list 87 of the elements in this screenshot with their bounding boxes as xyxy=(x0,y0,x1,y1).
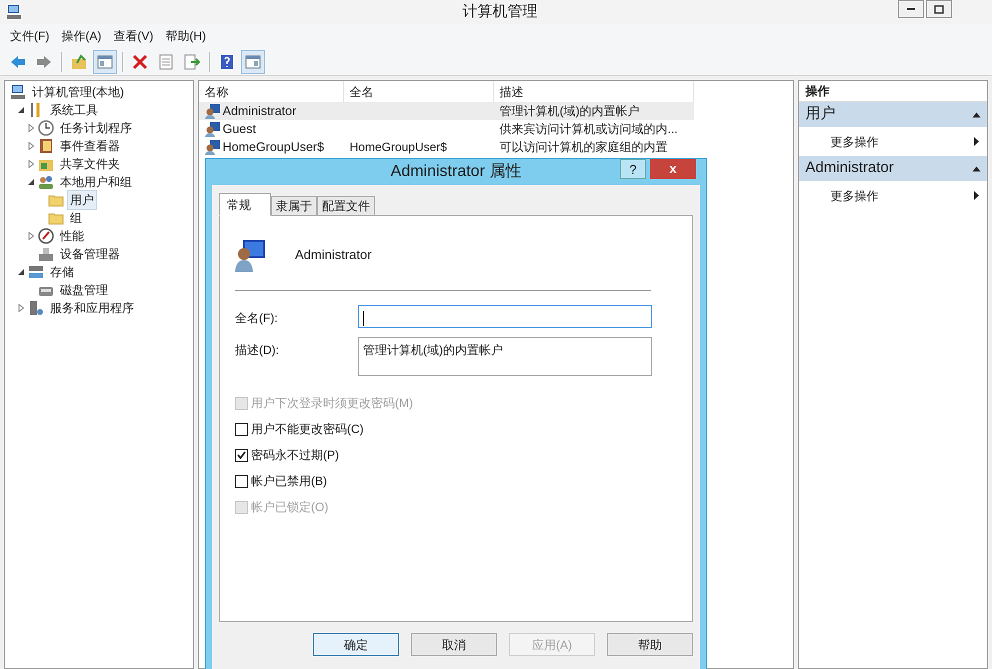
actions-section-header[interactable]: 用户 xyxy=(799,102,987,127)
dialog-tab[interactable]: 常规 xyxy=(219,193,271,216)
submenu-arrow-icon xyxy=(974,191,979,200)
action-item[interactable]: 更多操作 xyxy=(799,127,987,156)
console-tree-button[interactable] xyxy=(93,50,117,74)
check-mark-icon xyxy=(237,451,246,459)
tree-item[interactable]: 事件查看器 xyxy=(57,136,123,156)
user-icon xyxy=(204,139,221,155)
checkbox[interactable] xyxy=(235,422,248,436)
checkbox-label: 用户下次登录时须更改密码(M) xyxy=(251,395,413,412)
help-button[interactable]: ? xyxy=(620,159,646,179)
checkbox-label: 帐户已锁定(O) xyxy=(251,499,328,516)
console-tree-icon xyxy=(97,54,113,70)
minimize-icon xyxy=(907,8,915,10)
section-title: 用户 xyxy=(805,104,836,124)
menu-item[interactable]: 帮助(H) xyxy=(161,27,210,45)
tree-item[interactable]: 计算机管理(本地) xyxy=(29,82,127,102)
tree-item[interactable]: 设备管理器 xyxy=(57,244,123,264)
users-icon xyxy=(38,174,54,190)
storage-icon xyxy=(28,264,44,280)
tree-item[interactable]: 共享文件夹 xyxy=(57,154,123,174)
description-field[interactable]: 管理计算机(域)的内置帐户 xyxy=(358,337,652,376)
delete-icon xyxy=(132,54,148,70)
menu-item[interactable]: 操作(A) xyxy=(57,27,106,45)
forward-arrow-icon xyxy=(36,54,52,70)
action-label: 更多操作 xyxy=(830,188,878,204)
checkbox-label: 用户不能更改密码(C) xyxy=(251,421,364,438)
description-cell: 可以访问计算机的家庭组的内置 xyxy=(500,140,668,154)
dialog-title: Administrator 属性 xyxy=(390,162,522,182)
export-list-icon xyxy=(184,54,200,70)
tree-item[interactable]: 本地用户和组 xyxy=(57,172,135,192)
back-arrow-icon xyxy=(10,54,26,70)
device-icon xyxy=(38,246,54,262)
action-item[interactable]: 更多操作 xyxy=(799,181,987,210)
user-name-cell-text: HomeGroupUser$ xyxy=(222,138,324,156)
log-book-icon xyxy=(38,138,54,154)
action-pane-button[interactable] xyxy=(241,50,265,74)
description-cell: 供来宾访问计算机或访问域的内... xyxy=(500,122,678,136)
submenu-arrow-icon xyxy=(974,137,979,146)
tree-item[interactable]: 存储 xyxy=(47,262,77,282)
minimize-button[interactable] xyxy=(898,0,924,18)
action-pane-icon xyxy=(245,54,261,70)
checkbox-label: 帐户已禁用(B) xyxy=(251,473,327,490)
full-name-cell: HomeGroupUser$ xyxy=(350,140,447,154)
user-icon xyxy=(204,103,221,119)
dialog-button[interactable]: 确定 xyxy=(313,633,399,656)
tree-item[interactable]: 系统工具 xyxy=(47,100,101,120)
tree-item[interactable]: 性能 xyxy=(57,226,87,246)
server-icon xyxy=(28,300,44,316)
tree-item[interactable]: 用户 xyxy=(67,190,97,210)
user-computer-icon xyxy=(235,238,267,272)
maximize-button[interactable] xyxy=(926,0,952,18)
menu-item[interactable]: 文件(F) xyxy=(6,27,54,45)
dialog-button[interactable]: 帮助 xyxy=(607,633,693,656)
computer-icon xyxy=(10,84,26,100)
close-button[interactable]: x xyxy=(650,159,696,179)
user-name: Administrator xyxy=(295,246,372,264)
tree-item[interactable]: 磁盘管理 xyxy=(57,280,111,300)
window-title: 计算机管理 xyxy=(462,2,538,22)
tree-item[interactable]: 组 xyxy=(67,208,85,228)
checkbox[interactable] xyxy=(235,474,248,488)
restore-icon xyxy=(934,4,944,14)
tree-item[interactable]: 任务计划程序 xyxy=(57,118,135,138)
selected-row-highlight[interactable]: Administrator 管理计算机(域)的内置帐户 xyxy=(198,102,694,120)
description-cell: 管理计算机(域)的内置帐户 xyxy=(500,104,640,118)
section-title: Administrator xyxy=(805,158,894,178)
properties-icon xyxy=(158,54,174,70)
menu-item[interactable]: 查看(V) xyxy=(109,27,158,45)
field-label: 全名(F): xyxy=(235,310,279,327)
user-name-cell-text: Administrator xyxy=(222,102,296,120)
dialog-button[interactable]: 取消 xyxy=(411,633,497,656)
user-icon xyxy=(204,121,221,137)
dialog-tab[interactable]: 隶属于 xyxy=(271,196,317,216)
full-name-field[interactable] xyxy=(358,305,652,328)
user-name-cell-text: Guest xyxy=(222,120,256,138)
actions-section-header[interactable]: Administrator xyxy=(799,156,987,181)
dialog-tab[interactable]: 配置文件 xyxy=(317,196,375,216)
checkbox-label: 密码永不过期(P) xyxy=(251,447,339,464)
folder-up-icon xyxy=(71,54,87,70)
action-label: 更多操作 xyxy=(830,134,878,150)
gauge-icon xyxy=(38,228,54,244)
clock-icon xyxy=(38,120,54,136)
app-icon xyxy=(6,4,22,20)
help-icon xyxy=(219,54,235,70)
checkbox[interactable] xyxy=(235,448,248,462)
tree-item[interactable]: 服务和应用程序 xyxy=(47,298,137,318)
field-label: 描述(D): xyxy=(235,342,280,359)
